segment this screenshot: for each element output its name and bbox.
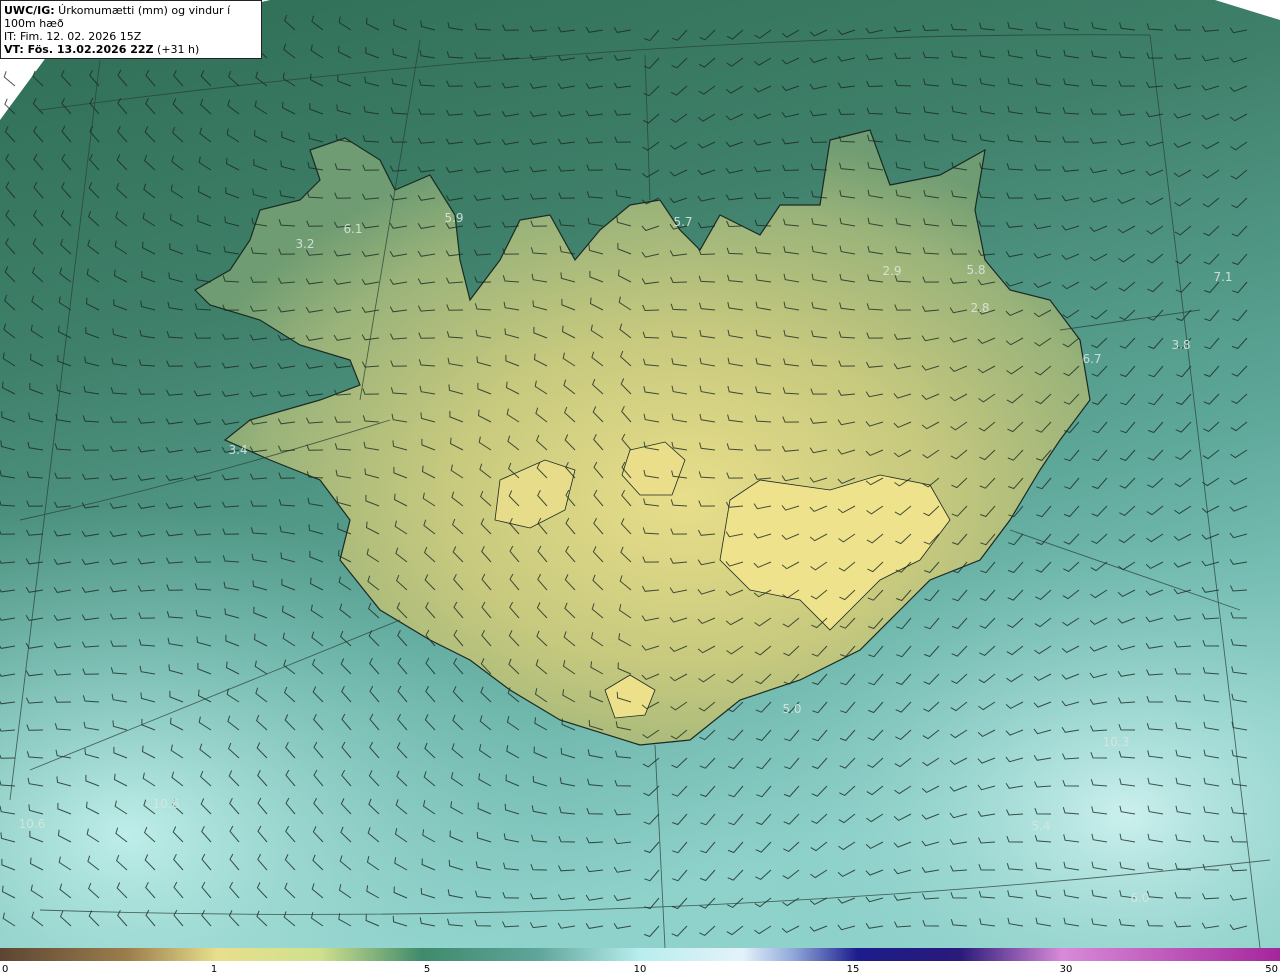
map-value: 10.3 bbox=[1103, 735, 1130, 749]
map-value: 5.7 bbox=[673, 215, 692, 229]
tick-label: 5 bbox=[423, 964, 431, 975]
map-value: 3.8 bbox=[1171, 338, 1190, 352]
precipitation-wind-map: 5.9 6.1 3.2 5.7 2.9 5.8 2.8 7.1 3.8 6.7 3.4 5.0 10.3… bbox=[0, 0, 1280, 948]
initial-time: IT: Fim. 12. 02. 2026 15Z bbox=[4, 30, 142, 43]
map-value: 6.1 bbox=[343, 222, 362, 236]
tick-label: 50 bbox=[1265, 964, 1278, 975]
tick-label: 30 bbox=[1059, 964, 1073, 975]
map-value: 5.4 bbox=[1031, 819, 1050, 833]
model-name: UWC/IG: bbox=[4, 4, 55, 17]
map-value: 2.8 bbox=[970, 301, 989, 315]
map-value: 7.1 bbox=[1213, 270, 1232, 284]
map-header: UWC/IG: Úrkomumætti (mm) og vindur í 100… bbox=[0, 0, 262, 59]
map-value: 5.9 bbox=[444, 211, 463, 225]
tick-label: 1 bbox=[210, 964, 218, 975]
colorbar-ticks: 0 1 5 10 15 30 50 bbox=[0, 962, 1280, 978]
map-value: 5.8 bbox=[966, 263, 985, 277]
map-value: 6.7 bbox=[1082, 352, 1101, 366]
map-value: 5.0 bbox=[782, 702, 801, 716]
valid-time: VT: Fös. 13.02.2026 22Z bbox=[4, 43, 154, 56]
map-value: 10.6 bbox=[153, 797, 180, 811]
map-value: 10.6 bbox=[19, 817, 46, 831]
lead-time: (+31 h) bbox=[153, 43, 200, 56]
map-value: 2.9 bbox=[882, 264, 901, 278]
tick-label: 10 bbox=[633, 964, 647, 975]
tick-label: 0 bbox=[2, 964, 9, 975]
tick-label: 15 bbox=[846, 964, 860, 975]
map-value: 3.4 bbox=[228, 443, 247, 457]
map-value: 3.2 bbox=[295, 237, 314, 251]
colorbar bbox=[0, 948, 1280, 961]
map-value: 6.0 bbox=[1130, 891, 1149, 905]
